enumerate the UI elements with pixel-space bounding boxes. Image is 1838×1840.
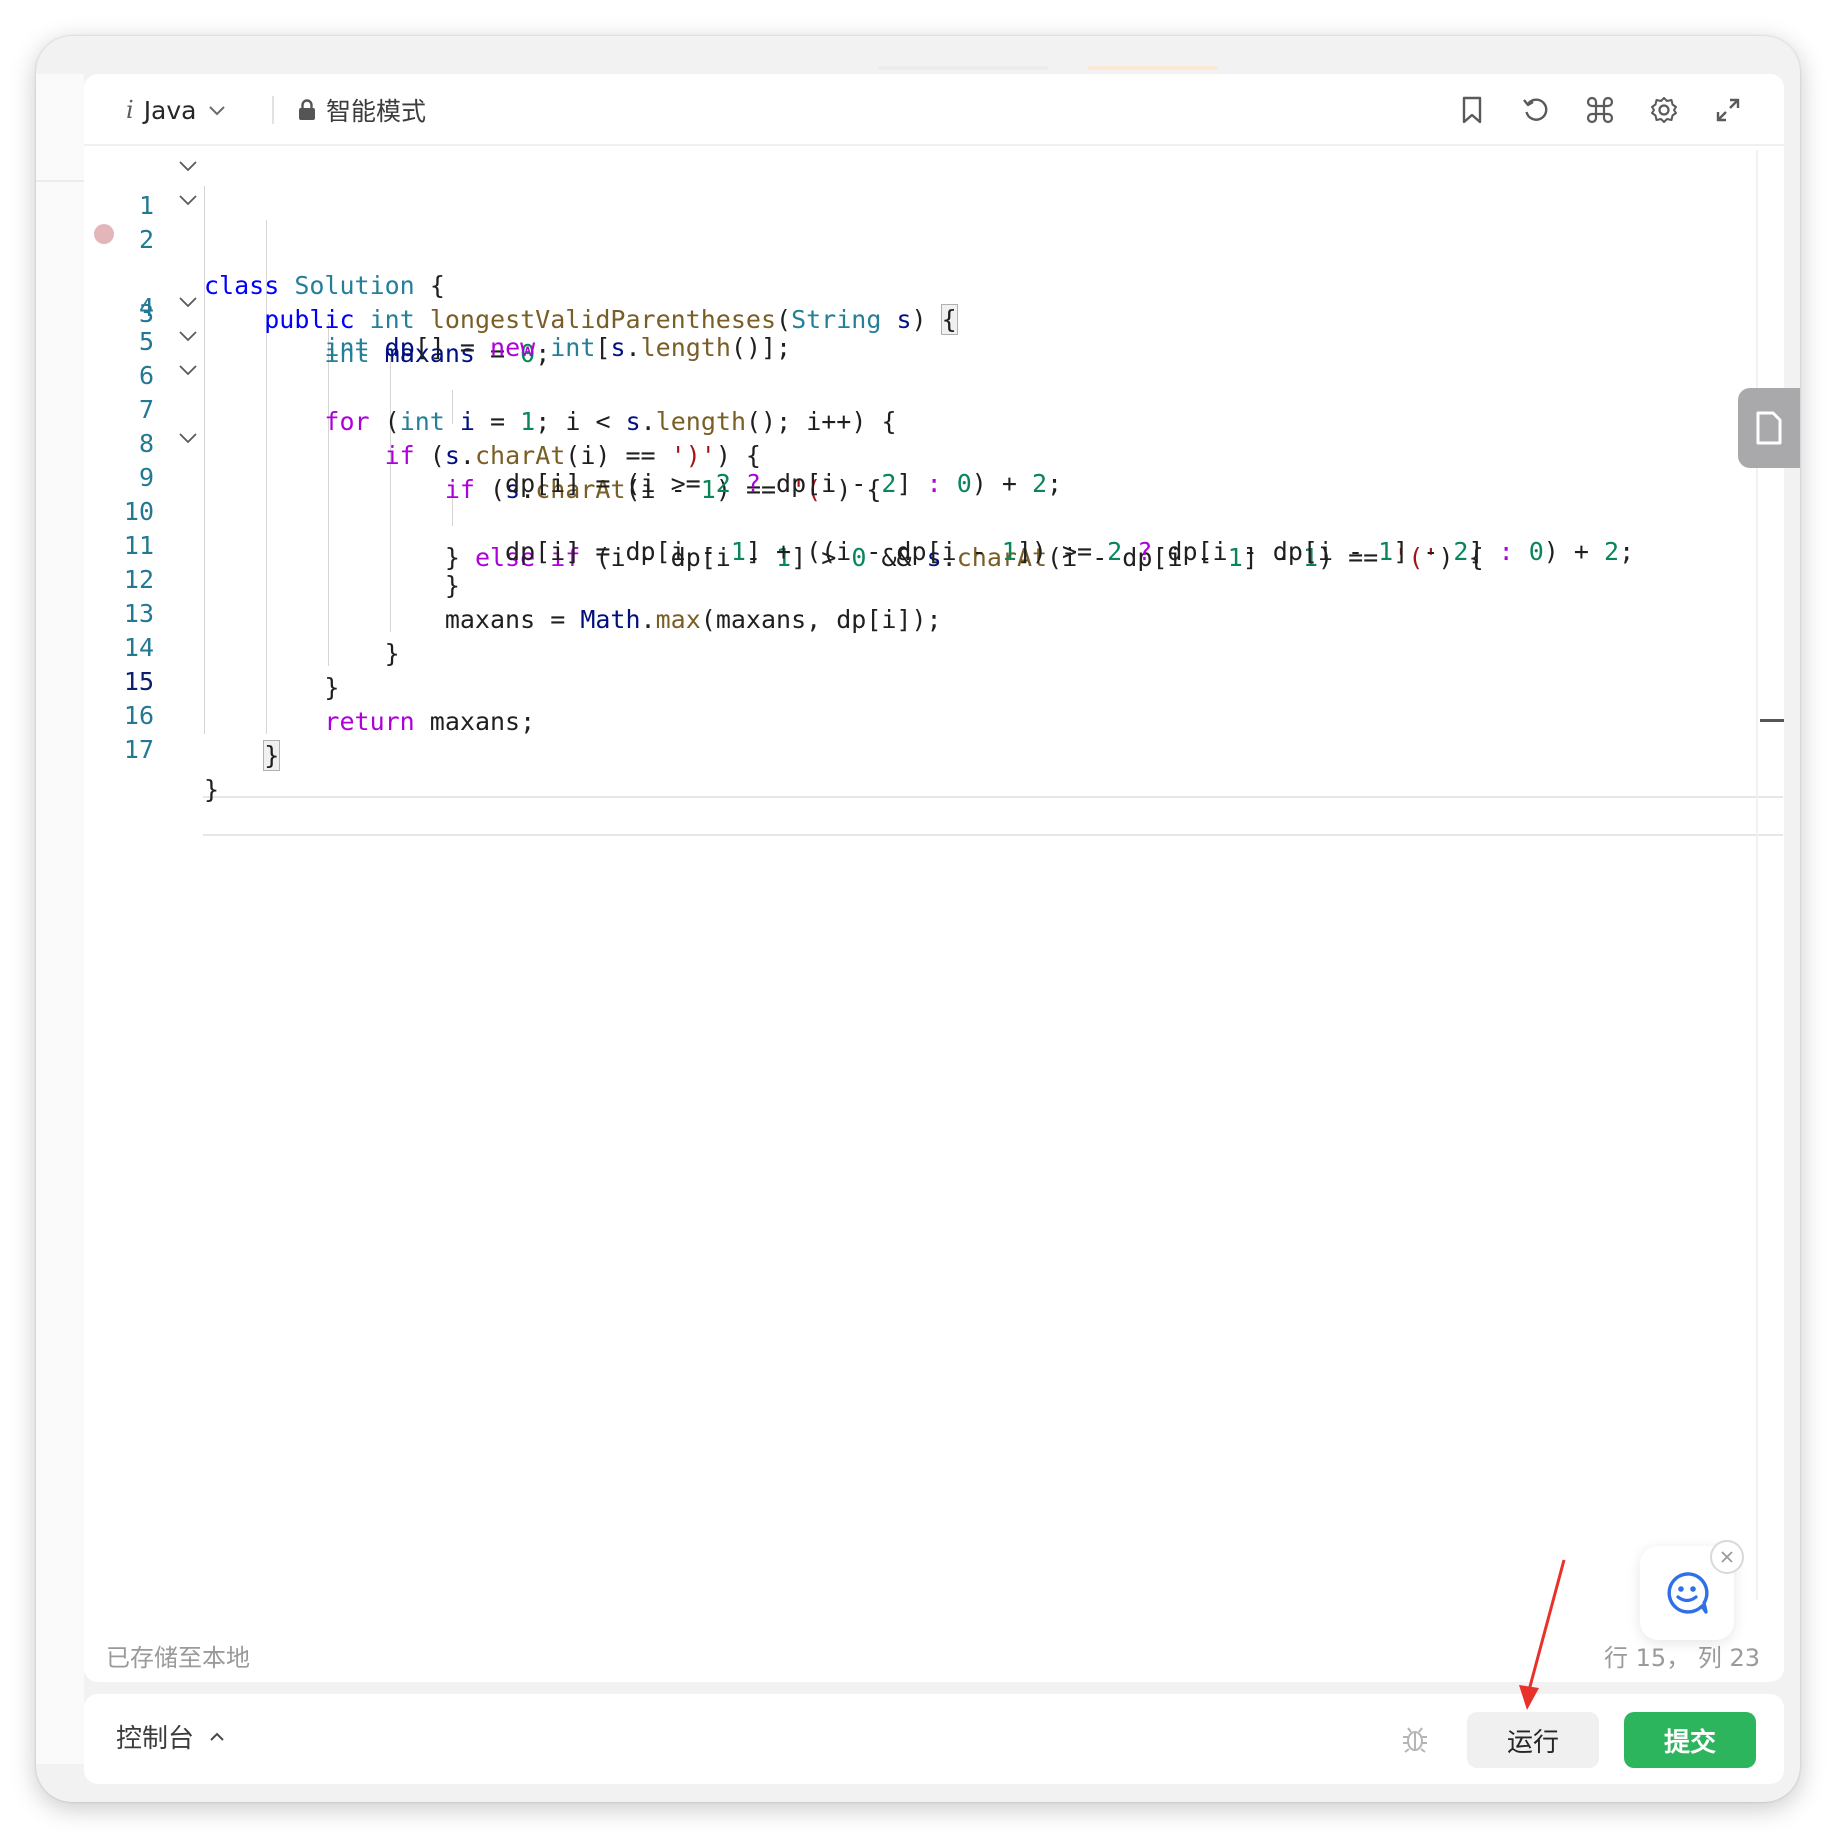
settings-icon [1651, 97, 1677, 123]
lock-icon [299, 99, 315, 120]
shortcuts-button[interactable] [1580, 90, 1620, 130]
toolbar-actions [1452, 90, 1748, 130]
line-number: 17 [123, 735, 154, 764]
assistant-face-icon [1667, 1572, 1709, 1614]
language-label: Java [143, 95, 197, 125]
toolbar-divider [272, 96, 274, 124]
fold-chevron-icon[interactable] [178, 326, 198, 346]
language-selector[interactable]: i Java [126, 92, 227, 128]
fold-chevron-icon[interactable] [178, 292, 198, 312]
chevron-up-icon [210, 1732, 224, 1741]
console-label: 控制台 [116, 1724, 195, 1754]
save-status: 已存储至本地 [106, 1644, 250, 1672]
bug-icon [1403, 1727, 1427, 1753]
code-text: } [204, 770, 219, 810]
document-icon [1756, 411, 1782, 445]
mode-label: 智能模式 [326, 97, 427, 126]
command-icon [1586, 96, 1614, 124]
fold-chevron-icon[interactable] [178, 360, 198, 380]
top-tab-indicator-active [1088, 66, 1218, 70]
info-icon: i [126, 96, 134, 124]
left-panel-edge [36, 74, 84, 1764]
reset-button[interactable] [1516, 90, 1556, 130]
fold-chevron-icon[interactable] [178, 156, 198, 176]
settings-button[interactable] [1644, 90, 1684, 130]
top-tab-indicator [878, 66, 1048, 70]
fold-chevron-icon[interactable] [178, 428, 198, 448]
close-icon [1721, 1551, 1733, 1563]
token: } [204, 775, 220, 804]
scrollbar-cursor-marker [1760, 719, 1784, 722]
bookmark-button[interactable] [1452, 90, 1492, 130]
code-area[interactable]: 1 class Solution { 2 public int longestV… [84, 146, 1783, 1606]
expand-icon [1716, 98, 1740, 122]
bracket-match: } [263, 740, 281, 771]
bottom-action-bar: 控制台 运行 提交 [84, 1694, 1784, 1784]
submit-button[interactable]: 提交 [1624, 1712, 1756, 1768]
breakpoint-icon[interactable] [94, 224, 114, 244]
assistant-close-button[interactable] [1710, 1540, 1744, 1574]
console-toggle[interactable]: 控制台 [116, 1718, 226, 1755]
cursor-position: 行 15， 列 23 [1604, 1644, 1760, 1672]
fullscreen-button[interactable] [1708, 90, 1748, 130]
scrollbar-track[interactable] [1756, 150, 1758, 1600]
chevron-down-icon [208, 106, 225, 116]
current-line-highlight [203, 796, 1783, 836]
run-button[interactable]: 运行 [1467, 1712, 1599, 1768]
mode-indicator[interactable]: 智能模式 [298, 92, 426, 128]
debug-button[interactable] [1396, 1720, 1434, 1758]
notes-side-tab[interactable] [1738, 388, 1800, 468]
code-line: 17 } [84, 690, 1754, 804]
code-editor-panel: i Java 智能模式 1 class Solution {2 public … [84, 74, 1784, 1682]
reset-icon [1523, 98, 1548, 121]
bookmark-icon [1462, 96, 1482, 124]
fold-chevron-icon[interactable] [178, 190, 198, 210]
editor-toolbar: i Java 智能模式 [84, 74, 1784, 146]
